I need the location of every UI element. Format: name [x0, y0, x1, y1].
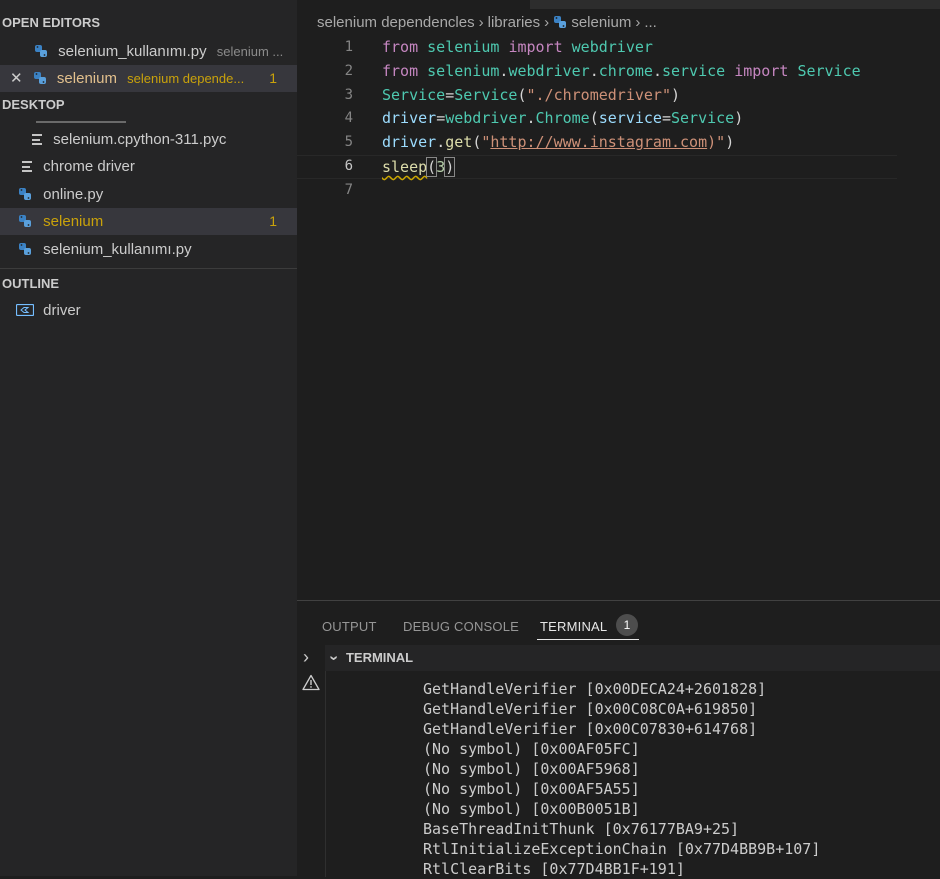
chevron-right-icon[interactable]: › [303, 647, 309, 668]
tab-strip [530, 0, 940, 9]
line-number: 4 [344, 110, 353, 127]
line-number: 5 [344, 134, 353, 151]
terminal-count-badge: 1 [616, 614, 638, 636]
code-editor[interactable]: selenium dependencles › libraries › seleniu… [297, 0, 940, 600]
file-item[interactable]: online.py [0, 181, 297, 208]
open-editor-name: selenium [56, 70, 117, 87]
warning-icon[interactable] [302, 674, 320, 695]
file-name: online.py [43, 186, 104, 203]
outline-item[interactable]: driver [0, 297, 297, 324]
terminal-sidebar: › [297, 645, 326, 877]
line-number: 7 [344, 181, 353, 198]
terminal-line: (No symbol) [0x00AF05FC] [423, 740, 640, 758]
file-item[interactable]: selenium.cpython-311.pyc [0, 126, 297, 153]
file-icon [22, 161, 32, 172]
section-divider [0, 268, 297, 269]
terminal-line: (No symbol) [0x00AF5968] [423, 760, 640, 778]
open-editor-desc: selenium depende... [127, 71, 245, 86]
chevron-right-icon: › [544, 14, 550, 31]
python-icon [34, 43, 48, 60]
file-name: chrome driver [43, 158, 135, 175]
breadcrumb-file[interactable]: selenium [571, 14, 631, 31]
file-name: selenium [43, 213, 104, 230]
file-name: selenium_kullanımı.py [43, 241, 192, 258]
tab-debug-console[interactable]: DEBUG CONSOLE [403, 616, 519, 638]
open-editors-header[interactable]: OPEN EDITORS [0, 12, 297, 34]
problem-count: 1 [269, 213, 277, 229]
terminal-line: (No symbol) [0x00B0051B] [423, 800, 640, 818]
code-line[interactable] [382, 179, 940, 203]
tab-output[interactable]: OUTPUT [322, 616, 377, 638]
bottom-panel: OUTPUT DEBUG CONSOLE TERMINAL 1 › › TERM… [297, 600, 940, 879]
chevron-right-icon: › [478, 14, 484, 31]
terminal-line: GetHandleVerifier [0x00C08C0A+619850] [423, 700, 758, 718]
line-number: 3 [344, 86, 353, 103]
outline-header[interactable]: OUTLINE [0, 273, 297, 295]
python-icon [18, 213, 32, 230]
terminal-line: GetHandleVerifier [0x00C07830+614768] [423, 720, 758, 738]
open-editor-item-active[interactable]: ✕ selenium selenium depende... 1 [0, 65, 297, 92]
file-icon [32, 134, 42, 145]
scrolled-item-fragment [36, 117, 126, 123]
file-item-selected[interactable]: selenium 1 [0, 208, 297, 235]
chevron-right-icon: › [635, 14, 641, 31]
open-editor-desc: selenium ... [216, 44, 284, 59]
line-number: 2 [344, 62, 353, 79]
breadcrumb-folder[interactable]: libraries [488, 14, 541, 31]
python-icon [18, 186, 32, 203]
close-icon[interactable]: ✕ [10, 70, 23, 87]
line-number: 1 [344, 39, 353, 55]
terminal-section-header[interactable]: › TERMINAL [325, 645, 940, 671]
breadcrumb-symbol[interactable]: ... [644, 14, 657, 31]
code-line[interactable]: from selenium.webdriver.chrome.service i… [382, 60, 940, 84]
python-icon [553, 14, 567, 31]
terminal-line: BaseThreadInitThunk [0x76177BA9+25] [423, 820, 740, 838]
chevron-down-icon: › [325, 655, 343, 661]
code-line[interactable]: driver=webdriver.Chrome(service=Service) [382, 107, 940, 131]
terminal-header-label: TERMINAL [345, 650, 414, 665]
breadcrumb-folder[interactable]: selenium dependencles [317, 14, 475, 31]
python-icon [33, 70, 47, 87]
file-item[interactable]: chrome driver [0, 153, 297, 180]
terminal-line: GetHandleVerifier [0x00DECA24+2601828] [423, 680, 767, 698]
tab-terminal[interactable]: TERMINAL [540, 616, 607, 638]
python-icon [18, 241, 32, 258]
open-editor-item[interactable]: selenium_kullanımı.py selenium ... [0, 38, 297, 65]
code-line-current[interactable]: sleep(3) [297, 154, 897, 179]
terminal-line: (No symbol) [0x00AF5A55] [423, 780, 640, 798]
file-item[interactable]: selenium_kullanımı.py [0, 236, 297, 263]
open-editor-name: selenium_kullanımı.py [58, 43, 207, 60]
code-lines[interactable]: from selenium import webdriver from sele… [297, 36, 940, 203]
variable-icon [15, 302, 35, 319]
file-name: selenium.cpython-311.pyc [53, 131, 227, 148]
outline-item-name: driver [43, 302, 81, 319]
breadcrumb[interactable]: selenium dependencles › libraries › seleniu… [317, 12, 657, 34]
explorer-sidebar: OPEN EDITORS selenium_kullanımı.py selen… [0, 0, 297, 876]
terminal-line: RtlInitializeExceptionChain [0x77D4BB9B+… [423, 840, 821, 858]
code-line[interactable]: Service=Service("./chromedriver") [382, 84, 940, 108]
terminal-line: RtlClearBits [0x77D4BB1F+191] [423, 860, 685, 878]
problem-count: 1 [269, 70, 277, 86]
code-line[interactable]: driver.get("http://www.instagram.com)") [382, 131, 940, 155]
terminal-output[interactable]: GetHandleVerifier [0x00DECA24+2601828] G… [423, 679, 820, 879]
active-tab-indicator [537, 639, 639, 640]
desktop-header[interactable]: DESKTOP [0, 94, 297, 116]
code-line[interactable]: from selenium import webdriver [382, 36, 940, 60]
